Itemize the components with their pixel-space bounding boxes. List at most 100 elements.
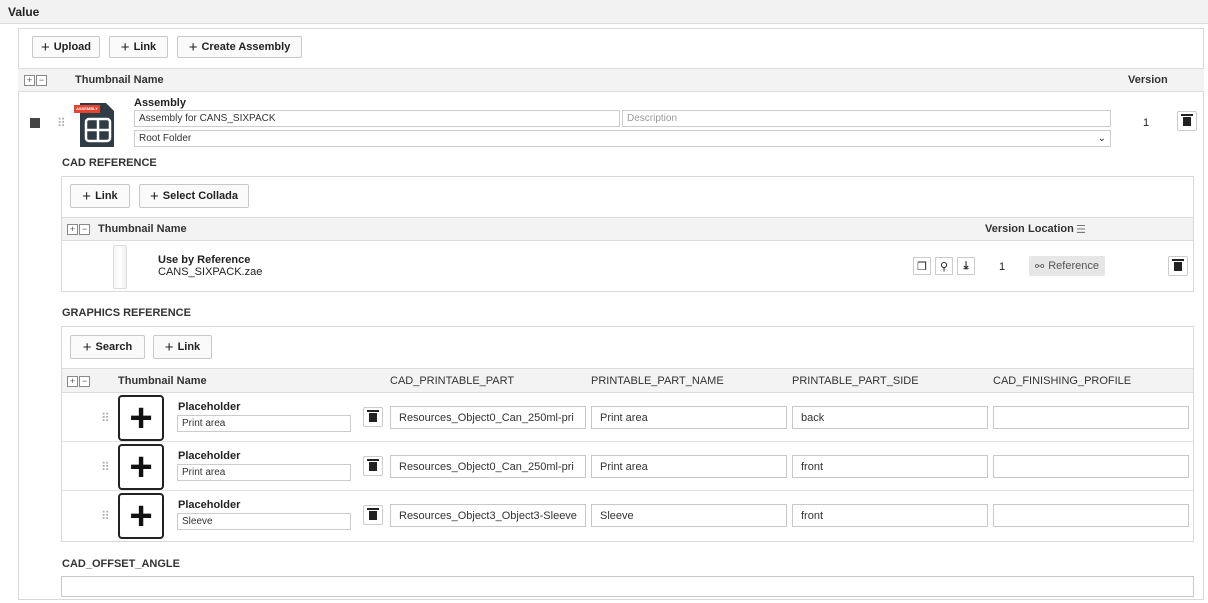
plus-icon: + — [188, 38, 198, 56]
row-sub-input[interactable]: Print area — [177, 464, 351, 481]
delete-cad-reference-button[interactable] — [1168, 256, 1188, 276]
expand-all-icon[interactable]: + — [67, 376, 78, 387]
placeholder-thumbnail[interactable]: + — [118, 444, 164, 490]
expand-all-icon[interactable]: + — [67, 224, 78, 235]
collapse-all-icon[interactable]: − — [36, 75, 47, 86]
header-printable-part-side: PRINTABLE_PART_SIDE — [792, 375, 919, 387]
printable-part-name-input[interactable]: Print area — [591, 406, 787, 429]
cad-row-filename: CANS_SIXPACK.zae — [158, 266, 263, 278]
cad-header-thumbnail-name: Thumbnail Name — [98, 223, 187, 235]
delete-row-button[interactable] — [363, 505, 383, 525]
folder-value: Root Folder — [139, 133, 192, 144]
assembly-version: 1 — [1143, 117, 1150, 129]
row-sub-input[interactable]: Print area — [177, 415, 351, 432]
placeholder-thumbnail[interactable]: + — [118, 395, 164, 441]
delete-row-button[interactable] — [363, 456, 383, 476]
printable-part-side-input[interactable]: back — [792, 406, 988, 429]
search-button[interactable]: + Search — [70, 335, 145, 359]
plus-icon: + — [82, 187, 92, 205]
delete-assembly-button[interactable] — [1177, 111, 1197, 131]
chevron-down-icon: ⌄ — [1097, 133, 1106, 144]
collapse-row-icon[interactable] — [30, 118, 40, 128]
header-printable-part-name: PRINTABLE_PART_NAME — [591, 375, 724, 387]
row-title: Placeholder — [178, 401, 241, 413]
cad-printable-part-input[interactable]: Resources_Object3_Object3-Sleeve — [390, 504, 586, 527]
row-sub-input[interactable]: Sleeve — [177, 513, 351, 530]
select-collada-button[interactable]: + Select Collada — [139, 184, 249, 208]
printable-part-name-input[interactable]: Print area — [591, 455, 787, 478]
collapse-all-icon[interactable]: − — [79, 224, 90, 235]
row-title: Placeholder — [178, 450, 241, 462]
cad-reference-label: CAD REFERENCE — [62, 157, 157, 169]
cad-row-version: 1 — [999, 261, 1006, 273]
link-button[interactable]: + Link — [109, 36, 168, 58]
drag-handle-icon[interactable]: ⠿ — [101, 411, 110, 425]
plus-icon: + — [150, 187, 159, 205]
trash-icon — [367, 507, 379, 520]
printable-part-name-input[interactable]: Sleeve — [591, 504, 787, 527]
row-title: Placeholder — [178, 499, 241, 511]
search-icon[interactable]: ⚲ — [935, 257, 953, 275]
trash-icon — [1181, 113, 1193, 126]
graphics-expand-collapse[interactable]: + − — [67, 376, 90, 387]
create-assembly-label: Create Assembly — [201, 41, 291, 53]
link-label: Link — [133, 41, 157, 53]
trash-icon — [367, 409, 379, 422]
copy-icon[interactable]: ❐ — [913, 257, 931, 275]
description-input[interactable]: Description — [622, 110, 1111, 127]
header-version: Version — [1128, 74, 1168, 86]
drag-handle-icon[interactable]: ⠿ — [57, 116, 66, 130]
cad-offset-angle-input[interactable] — [61, 576, 1194, 597]
cad-link-button[interactable]: + Link — [70, 184, 130, 208]
graphics-header-thumbnail-name: Thumbnail Name — [118, 375, 207, 387]
main-table-header — [18, 68, 1204, 92]
header-cad-printable-part: CAD_PRINTABLE_PART — [390, 375, 515, 387]
graphics-link-label: Link — [177, 341, 201, 353]
delete-row-button[interactable] — [363, 407, 383, 427]
upload-label: Upload — [53, 41, 92, 53]
trash-icon — [1172, 258, 1184, 271]
cad-finishing-profile-input[interactable] — [993, 504, 1189, 527]
download-icon[interactable]: ⤓ — [957, 257, 975, 275]
link-icon: ⚯ — [1035, 260, 1045, 273]
filter-icon[interactable]: ☰ — [1076, 223, 1086, 236]
printable-part-side-input[interactable]: front — [792, 455, 988, 478]
printable-part-side-input[interactable]: front — [792, 504, 988, 527]
cad-row-title: Use by Reference — [158, 254, 251, 266]
assembly-name-input[interactable]: Assembly for CANS_SIXPACK — [134, 110, 620, 127]
placeholder-thumbnail[interactable]: + — [118, 493, 164, 539]
upload-button[interactable]: + Upload — [32, 36, 100, 58]
assembly-badge: ASSEMBLY — [74, 105, 100, 113]
cad-header-version: Version — [985, 223, 1025, 235]
reference-chip[interactable]: ⚯ Reference — [1029, 256, 1105, 276]
value-label: Value — [8, 5, 40, 19]
cad-header-location: Location — [1028, 223, 1074, 235]
cad-file-thumbnail — [113, 245, 127, 289]
plus-icon: + — [82, 338, 92, 356]
graphics-link-button[interactable]: + Link — [153, 335, 212, 359]
expand-all-icon[interactable]: + — [24, 75, 35, 86]
cad-expand-collapse[interactable]: + − — [67, 224, 90, 235]
plus-icon: + — [40, 38, 50, 56]
plus-icon: + — [164, 338, 174, 356]
cad-finishing-profile-input[interactable] — [993, 406, 1189, 429]
cad-printable-part-input[interactable]: Resources_Object0_Can_250ml-pri — [390, 455, 586, 478]
cad-printable-part-input[interactable]: Resources_Object0_Can_250ml-pri — [390, 406, 586, 429]
expand-collapse-all[interactable]: + − — [24, 75, 47, 86]
header-thumbnail-name: Thumbnail Name — [75, 74, 164, 86]
collapse-all-icon[interactable]: − — [79, 376, 90, 387]
reference-label: Reference — [1048, 260, 1099, 272]
trash-icon — [367, 458, 379, 471]
cad-finishing-profile-input[interactable] — [993, 455, 1189, 478]
drag-handle-icon[interactable]: ⠿ — [101, 460, 110, 474]
cad-link-label: Link — [95, 190, 118, 202]
create-assembly-button[interactable]: + Create Assembly — [177, 36, 302, 58]
value-section-header: Value — [0, 0, 1208, 24]
drag-handle-icon[interactable]: ⠿ — [101, 509, 110, 523]
plus-icon: + — [120, 38, 130, 56]
search-label: Search — [95, 341, 133, 353]
folder-select[interactable]: Root Folder ⌄ — [134, 130, 1111, 147]
graphics-reference-label: GRAPHICS REFERENCE — [62, 307, 191, 319]
cad-offset-angle-label: CAD_OFFSET_ANGLE — [62, 558, 180, 570]
header-cad-finishing-profile: CAD_FINISHING_PROFILE — [993, 375, 1132, 387]
